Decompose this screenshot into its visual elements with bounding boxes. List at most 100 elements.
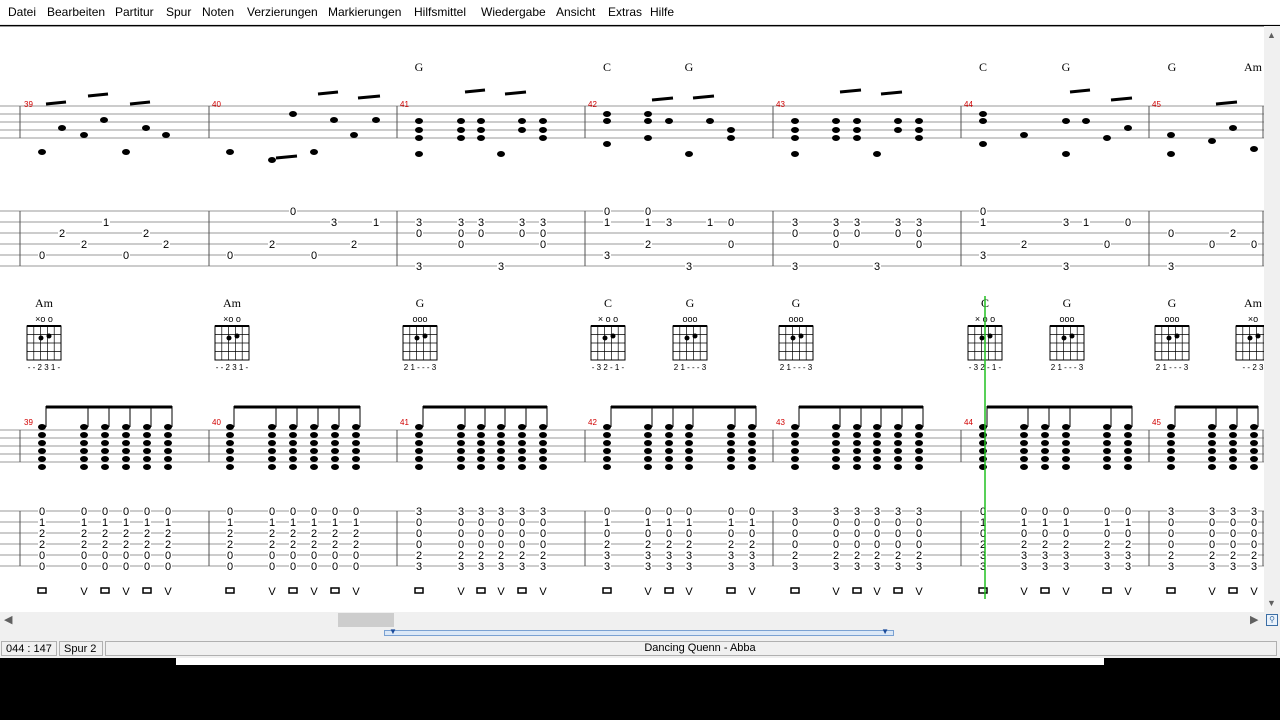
tab-number: 3 bbox=[874, 561, 880, 573]
chord-fingering: - 3 2 - 1 - bbox=[592, 363, 625, 372]
notehead bbox=[331, 424, 339, 430]
score-canvas[interactable]: G C G C G G Am 39 40 41 42 43 44 45 0 2 2 1 0 2 2 0 2 0 0 3 2 1 3 0 3 3… bbox=[0, 27, 1264, 612]
menu-hilfe[interactable]: Hilfe bbox=[650, 5, 674, 19]
notehead bbox=[58, 125, 66, 131]
notehead bbox=[1062, 440, 1070, 446]
tab-number: 2 bbox=[143, 228, 149, 240]
tab-number: 3 bbox=[1125, 561, 1131, 573]
tab-number: 2 bbox=[269, 239, 275, 251]
measure-number: 43 bbox=[776, 100, 785, 109]
score-view[interactable]: G C G C G G Am 39 40 41 42 43 44 45 0 2 2 1 0 2 2 0 2 0 0 3 2 1 3 0 3 3… bbox=[0, 26, 1264, 612]
chord-fingering: 2 1 - - - 3 bbox=[1156, 363, 1189, 372]
horizontal-scroll-thumb[interactable] bbox=[338, 613, 394, 627]
notehead bbox=[122, 464, 130, 470]
upstroke-icon: V bbox=[352, 586, 360, 598]
notehead bbox=[38, 456, 46, 462]
notehead bbox=[1250, 432, 1258, 438]
notehead bbox=[80, 456, 88, 462]
chord-name: G bbox=[415, 60, 424, 74]
notehead bbox=[1020, 432, 1028, 438]
notehead bbox=[832, 432, 840, 438]
scroll-down-icon[interactable]: ▼ bbox=[1267, 598, 1276, 608]
panel-splitter[interactable]: ▼ ▼ bbox=[384, 627, 894, 636]
notehead bbox=[1250, 440, 1258, 446]
notehead bbox=[853, 432, 861, 438]
notehead bbox=[1229, 424, 1237, 430]
notehead bbox=[1229, 464, 1237, 470]
notehead bbox=[791, 432, 799, 438]
notehead bbox=[101, 464, 109, 470]
chord-name: G bbox=[1062, 60, 1071, 74]
menu-hilfsmittel[interactable]: Hilfsmittel bbox=[414, 5, 466, 19]
chord-dot bbox=[987, 333, 993, 339]
chord-diagram-open-strings: ooo bbox=[1059, 314, 1074, 324]
tab-number: 3 bbox=[1063, 217, 1069, 229]
notehead bbox=[791, 464, 799, 470]
menu-ansicht[interactable]: Ansicht bbox=[556, 5, 595, 19]
chord-diagram-open-strings: ooo bbox=[412, 314, 427, 324]
tab-number: 1 bbox=[604, 217, 610, 229]
notehead bbox=[1124, 432, 1132, 438]
menu-markierungen[interactable]: Markierungen bbox=[328, 5, 401, 19]
notehead bbox=[164, 448, 172, 454]
beam bbox=[651, 96, 674, 102]
chord-diagram-open-strings: ×o o bbox=[35, 314, 53, 324]
notehead bbox=[330, 117, 338, 123]
notehead bbox=[80, 448, 88, 454]
scroll-up-icon[interactable]: ▲ bbox=[1267, 30, 1276, 40]
tab-number: 3 bbox=[1042, 561, 1048, 573]
tab-number: 2 bbox=[81, 239, 87, 251]
beam bbox=[880, 90, 903, 96]
notehead bbox=[539, 464, 547, 470]
menu-extras[interactable]: Extras bbox=[608, 5, 642, 19]
menu-wiedergabe[interactable]: Wiedergabe bbox=[481, 5, 546, 19]
tab-number: 3 bbox=[416, 261, 422, 273]
chord-name: G bbox=[685, 60, 694, 74]
scroll-left-icon[interactable]: ◀ bbox=[4, 613, 12, 626]
downstroke-icon bbox=[852, 587, 862, 594]
notehead bbox=[1167, 424, 1175, 430]
notehead bbox=[101, 424, 109, 430]
notehead bbox=[915, 424, 923, 430]
notehead bbox=[685, 424, 693, 430]
menu-bearbeiten[interactable]: Bearbeiten bbox=[47, 5, 105, 19]
tab-number: 3 bbox=[331, 217, 337, 229]
chord-dot bbox=[1247, 335, 1253, 341]
song-title: Dancing Quenn - Abba bbox=[644, 642, 756, 654]
downstroke-icon bbox=[726, 587, 736, 594]
notehead bbox=[832, 456, 840, 462]
tab-number: 0 bbox=[416, 228, 422, 240]
menu-verzierungen[interactable]: Verzierungen bbox=[247, 5, 318, 19]
upstroke-icon: V bbox=[80, 586, 88, 598]
notehead bbox=[979, 111, 987, 117]
notehead bbox=[352, 432, 360, 438]
tab-number: 0 bbox=[1209, 239, 1215, 251]
tab-number: 2 bbox=[645, 239, 651, 251]
measure-number: 43 bbox=[776, 418, 785, 427]
zoom-button[interactable]: ⚲ bbox=[1264, 612, 1280, 628]
scroll-right-icon[interactable]: ▶ bbox=[1250, 613, 1258, 626]
tab-number: 0 bbox=[165, 561, 171, 573]
notehead bbox=[853, 118, 861, 124]
chord-dot bbox=[692, 333, 698, 339]
notehead bbox=[685, 432, 693, 438]
menu-partitur[interactable]: Partitur bbox=[115, 5, 154, 19]
tab-number: 0 bbox=[290, 206, 296, 218]
menu-datei[interactable]: Datei bbox=[8, 5, 36, 19]
notehead bbox=[915, 456, 923, 462]
menu-noten[interactable]: Noten bbox=[202, 5, 234, 19]
notehead bbox=[727, 135, 735, 141]
downstroke-icon bbox=[790, 587, 800, 594]
notehead bbox=[518, 127, 526, 133]
vertical-scrollbar[interactable]: ▲ ▼ bbox=[1264, 26, 1280, 612]
menu-spur[interactable]: Spur bbox=[166, 5, 191, 19]
notehead bbox=[894, 118, 902, 124]
horizontal-scrollbar[interactable]: ◀ ▶ bbox=[0, 612, 1264, 628]
bottom-strip bbox=[176, 658, 1104, 665]
notehead bbox=[915, 118, 923, 124]
beam bbox=[464, 88, 486, 94]
notehead bbox=[791, 424, 799, 430]
splitter-arrow-left-icon: ▼ bbox=[389, 627, 397, 636]
notehead bbox=[352, 448, 360, 454]
notehead bbox=[143, 432, 151, 438]
